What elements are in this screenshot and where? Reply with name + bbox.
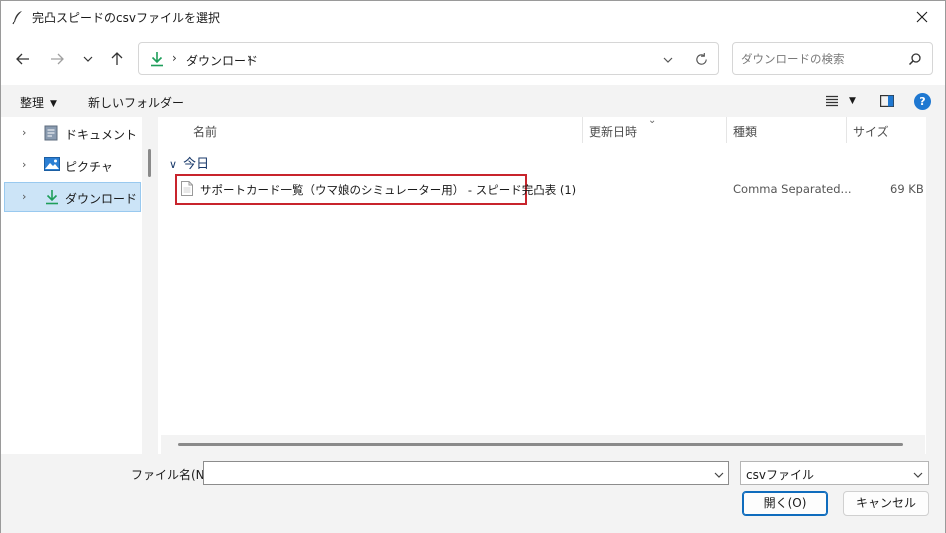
document-icon bbox=[44, 125, 58, 144]
chevron-right-icon[interactable]: › bbox=[22, 190, 26, 203]
column-header-label: 名前 bbox=[193, 125, 218, 139]
nav-item-label: ピクチャ bbox=[65, 160, 113, 174]
preview-pane-icon[interactable] bbox=[880, 95, 895, 110]
scrollbar-thumb[interactable] bbox=[148, 149, 151, 177]
list-view-icon[interactable] bbox=[825, 95, 839, 110]
recent-locations-button[interactable] bbox=[78, 49, 98, 69]
command-bar: 整理 ▼ 新しいフォルダー ▼ ? bbox=[1, 85, 945, 117]
breadcrumb-separator[interactable]: › bbox=[247, 51, 252, 65]
search-input[interactable] bbox=[741, 51, 901, 67]
breadcrumb-separator[interactable]: › bbox=[172, 51, 177, 65]
arrow-left-icon bbox=[16, 53, 29, 65]
filename-input[interactable] bbox=[208, 465, 708, 481]
refresh-icon[interactable] bbox=[694, 52, 709, 70]
column-header-type[interactable]: 種類 bbox=[727, 117, 846, 143]
nav-pane-scrollbar[interactable] bbox=[142, 117, 158, 454]
scrollbar-thumb[interactable] bbox=[178, 443, 903, 446]
dialog-footer: ファイル名(N): csvファイル 開く(O) キャンセル bbox=[1, 454, 945, 533]
feather-icon bbox=[10, 9, 26, 25]
group-label: 今日 bbox=[183, 157, 210, 172]
download-icon bbox=[149, 51, 165, 70]
horizontal-scrollbar[interactable] bbox=[161, 435, 925, 454]
file-row[interactable]: サポートカード一覧（ウマ娘のシミュレーター用） - スピード完凸表 (1) Co… bbox=[175, 174, 927, 205]
file-type: Comma Separated... bbox=[733, 182, 852, 196]
chevron-down-icon[interactable] bbox=[714, 469, 724, 483]
window-title: 完凸スピードのcsvファイルを選択 bbox=[32, 11, 220, 25]
navigation-pane: › ドキュメント › ピクチャ › ダウンロード bbox=[1, 117, 158, 454]
caret-down-icon: ▼ bbox=[50, 99, 57, 109]
column-header-label: サイズ bbox=[853, 125, 889, 139]
help-button[interactable]: ? bbox=[914, 93, 931, 110]
file-icon bbox=[181, 181, 193, 199]
arrow-right-icon bbox=[51, 53, 64, 65]
chevron-right-icon[interactable]: › bbox=[22, 126, 26, 139]
caret-down-icon[interactable]: ▼ bbox=[849, 96, 856, 106]
file-size: 69 KB bbox=[890, 182, 924, 196]
navigation-bar: › ダウンロード › bbox=[1, 33, 945, 85]
file-name: サポートカード一覧（ウマ娘のシミュレーター用） - スピード完凸表 (1) bbox=[200, 183, 577, 197]
column-header-label: 種類 bbox=[733, 125, 758, 139]
column-header-name[interactable]: 名前 bbox=[158, 117, 582, 143]
nav-item-documents[interactable]: › ドキュメント bbox=[4, 118, 141, 148]
group-header-today[interactable]: ∨ 今日 bbox=[169, 153, 209, 172]
picture-icon bbox=[44, 157, 60, 174]
search-icon[interactable] bbox=[908, 52, 922, 69]
filetype-value: csvファイル bbox=[746, 468, 814, 482]
filename-combobox[interactable] bbox=[203, 461, 729, 485]
arrow-up-icon bbox=[111, 52, 123, 65]
new-folder-button[interactable]: 新しいフォルダー bbox=[88, 94, 184, 111]
filename-label: ファイル名(N): bbox=[131, 468, 214, 482]
close-icon bbox=[916, 11, 928, 23]
nav-item-label: ドキュメント bbox=[65, 128, 138, 142]
chevron-down-icon[interactable]: ∨ bbox=[169, 158, 177, 171]
title-bar: 完凸スピードのcsvファイルを選択 bbox=[1, 1, 945, 33]
open-button[interactable]: 開く(O) bbox=[742, 491, 828, 516]
up-button[interactable] bbox=[107, 49, 127, 69]
forward-button[interactable] bbox=[47, 49, 67, 69]
column-header-label: 更新日時 bbox=[589, 125, 638, 139]
organize-button[interactable]: 整理 ▼ bbox=[20, 94, 57, 111]
nav-item-downloads[interactable]: › ダウンロード bbox=[4, 182, 141, 212]
search-box[interactable] bbox=[732, 42, 933, 75]
address-bar[interactable]: › ダウンロード › bbox=[138, 42, 719, 75]
chevron-down-icon bbox=[83, 56, 93, 62]
download-icon bbox=[44, 189, 60, 208]
chevron-right-icon[interactable]: › bbox=[22, 158, 26, 171]
chevron-down-icon[interactable] bbox=[913, 469, 923, 483]
cancel-button[interactable]: キャンセル bbox=[843, 491, 929, 516]
nav-item-pictures[interactable]: › ピクチャ bbox=[4, 150, 141, 180]
filetype-select[interactable]: csvファイル bbox=[740, 461, 929, 485]
organize-label: 整理 bbox=[20, 96, 45, 110]
column-header-modified[interactable]: 更新日時 bbox=[583, 117, 726, 143]
file-list: 名前 ⌄ 更新日時 種類 サイズ ∨ 今日 サポートカード一覧（ウマ娘のシミュレー… bbox=[158, 115, 927, 454]
close-button[interactable] bbox=[899, 1, 945, 33]
back-button[interactable] bbox=[13, 49, 33, 69]
nav-item-label: ダウンロード bbox=[65, 192, 138, 206]
chevron-down-icon[interactable] bbox=[662, 54, 674, 69]
file-open-dialog: 完凸スピードのcsvファイルを選択 › ダウンロード › ダウンロードの検索 整… bbox=[0, 0, 946, 533]
vertical-scrollbar[interactable] bbox=[926, 117, 945, 454]
column-header-size[interactable]: サイズ bbox=[847, 117, 925, 143]
